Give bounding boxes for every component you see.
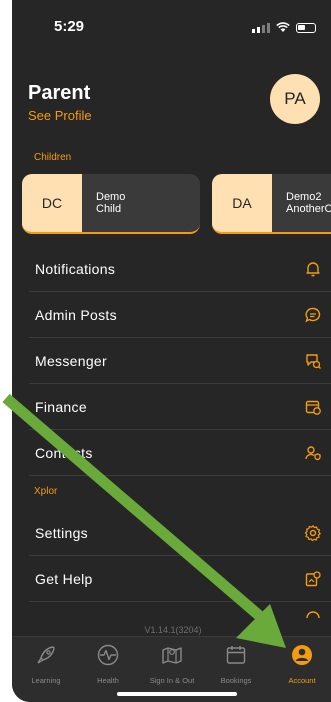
xplor-menu: Settings Get Help bbox=[29, 510, 331, 622]
avatar[interactable]: PA bbox=[270, 74, 320, 124]
tab-label: Learning bbox=[31, 676, 61, 685]
calendar-icon bbox=[226, 646, 246, 664]
child-card[interactable]: DA Demo2 AnotherCh bbox=[212, 174, 331, 234]
battery-icon bbox=[296, 22, 316, 33]
partial-icon bbox=[306, 611, 320, 619]
menu-item-partial bbox=[29, 602, 331, 622]
bell-icon bbox=[306, 262, 320, 277]
menu-item-label: Finance bbox=[35, 399, 87, 415]
tab-label: Bookings bbox=[220, 676, 252, 685]
messenger-icon bbox=[306, 354, 321, 369]
contacts-icon bbox=[305, 446, 321, 461]
child-avatar: DA bbox=[212, 174, 272, 232]
menu-item-label: Notifications bbox=[35, 261, 116, 277]
heartbeat-icon bbox=[97, 644, 119, 666]
account-icon bbox=[292, 645, 312, 665]
tab-sign-in-out[interactable]: Sign In & Out bbox=[142, 643, 202, 685]
menu-item-label: Get Help bbox=[35, 571, 93, 587]
tab-bookings[interactable]: Bookings bbox=[206, 643, 266, 685]
app-version: V1.14.1(3204) bbox=[144, 625, 202, 635]
child-name: Demo Child bbox=[96, 191, 126, 215]
status-time: 5:29 bbox=[54, 18, 85, 35]
tab-label: Account bbox=[288, 676, 316, 685]
children-carousel[interactable]: DC Demo Child DA Demo2 AnotherCh bbox=[22, 174, 331, 234]
chat-bubble-icon bbox=[305, 307, 321, 323]
finance-icon bbox=[305, 400, 321, 415]
see-profile-link[interactable]: See Profile bbox=[28, 108, 92, 123]
signal-icon bbox=[252, 22, 270, 33]
child-avatar: DC bbox=[22, 174, 82, 232]
child-name: Demo2 AnotherCh bbox=[286, 191, 331, 215]
menu-item-label: Contacts bbox=[35, 445, 93, 461]
map-icon bbox=[162, 647, 182, 664]
menu-item-finance[interactable]: Finance bbox=[29, 384, 331, 430]
menu-item-get-help[interactable]: Get Help bbox=[29, 556, 331, 602]
profile-name: Parent bbox=[28, 82, 91, 104]
home-indicator bbox=[117, 692, 237, 696]
status-bar: 5:29 bbox=[12, 0, 331, 60]
gear-icon bbox=[304, 525, 321, 542]
help-icon bbox=[305, 571, 321, 587]
menu-item-messenger[interactable]: Messenger bbox=[29, 338, 331, 384]
menu-item-settings[interactable]: Settings bbox=[29, 510, 331, 556]
status-icons bbox=[252, 22, 316, 33]
profile-header: Parent See Profile PA bbox=[12, 60, 331, 140]
phone-screen: 5:29 Parent See Profile PA Children DC D… bbox=[12, 0, 331, 702]
tab-label: Health bbox=[97, 676, 119, 685]
menu-item-label: Admin Posts bbox=[35, 307, 117, 323]
rocket-icon bbox=[37, 646, 55, 664]
children-menu: Notifications Admin Posts Messenger Fina… bbox=[29, 246, 331, 476]
menu-item-contacts[interactable]: Contacts bbox=[29, 430, 331, 476]
tab-label: Sign In & Out bbox=[149, 676, 195, 685]
tab-account[interactable]: Account bbox=[272, 643, 331, 685]
wifi-icon bbox=[276, 22, 290, 32]
menu-item-admin-posts[interactable]: Admin Posts bbox=[29, 292, 331, 338]
child-card[interactable]: DC Demo Child bbox=[22, 174, 200, 234]
menu-item-label: Messenger bbox=[35, 353, 107, 369]
menu-item-notifications[interactable]: Notifications bbox=[29, 246, 331, 292]
children-section-label: Children bbox=[34, 152, 72, 163]
tab-health[interactable]: Health bbox=[78, 643, 138, 685]
tab-learning[interactable]: Learning bbox=[16, 643, 76, 685]
xplor-section-label: Xplor bbox=[34, 486, 58, 497]
menu-item-label: Settings bbox=[35, 525, 88, 541]
